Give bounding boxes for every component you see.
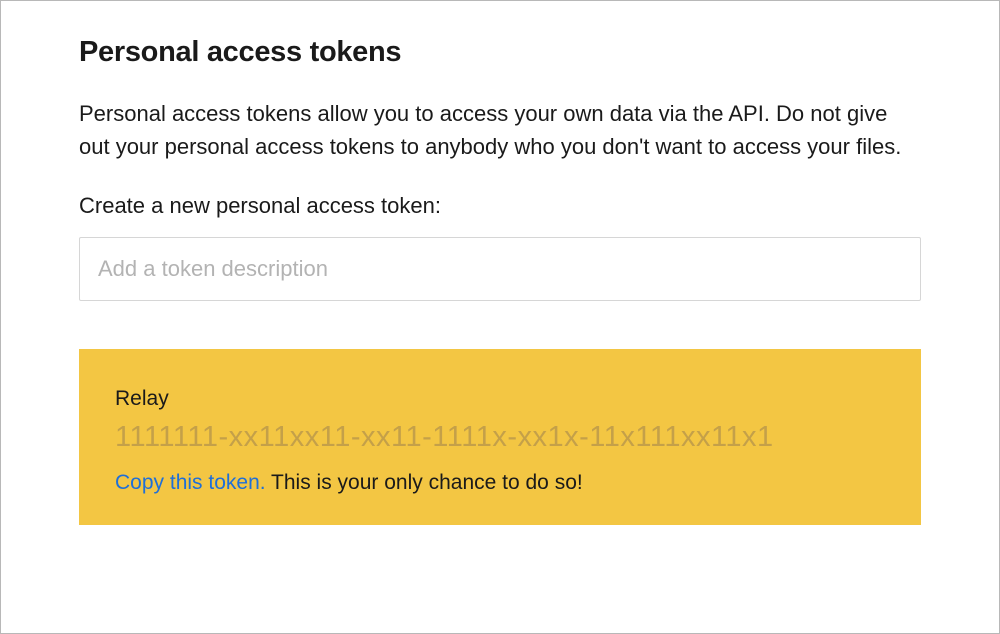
tokens-description: Personal access tokens allow you to acce…: [79, 97, 921, 163]
token-footer: Copy this token. This is your only chanc…: [115, 471, 885, 495]
create-token-label: Create a new personal access token:: [79, 193, 921, 219]
copy-warning-text: This is your only chance to do so!: [266, 471, 583, 494]
new-token-card: Relay 1111111-xx11xx11-xx11-1111x-xx1x-1…: [79, 349, 921, 525]
token-name: Relay: [115, 387, 885, 411]
page-title: Personal access tokens: [79, 36, 921, 69]
token-value: 1111111-xx11xx11-xx11-1111x-xx1x-11x111x…: [115, 419, 885, 457]
token-description-input[interactable]: [79, 237, 921, 301]
copy-token-link[interactable]: Copy this token.: [115, 471, 266, 494]
